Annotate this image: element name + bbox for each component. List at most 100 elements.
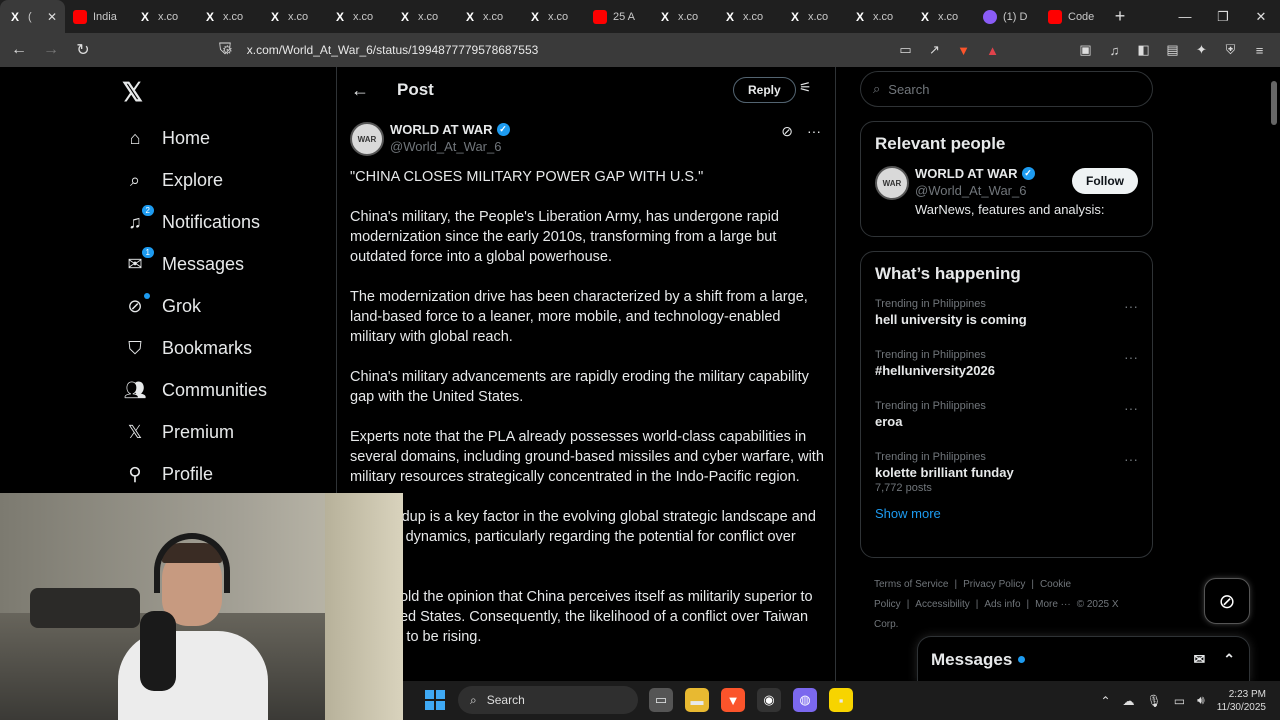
- footer-link[interactable]: Ads info: [984, 599, 1020, 610]
- grok-explain-icon[interactable]: ⊘: [781, 123, 793, 140]
- footer-link[interactable]: Terms of Service: [874, 579, 948, 590]
- wallet-icon[interactable]: ▤: [1160, 37, 1185, 63]
- reload-icon[interactable]: ↻: [70, 37, 96, 63]
- grok-float-button[interactable]: ⊘: [1204, 578, 1250, 624]
- more-options-icon[interactable]: ···: [807, 123, 821, 140]
- more-options-icon[interactable]: ···: [1124, 451, 1138, 467]
- reply-settings-icon[interactable]: ⚟: [799, 79, 812, 96]
- close-window-icon[interactable]: ✕: [1242, 0, 1280, 33]
- x-icon: X: [400, 9, 409, 24]
- maximize-icon[interactable]: ❐: [1204, 0, 1242, 33]
- scrollbar-thumb[interactable]: [1271, 81, 1277, 125]
- nav-notifications[interactable]: ♫ 2 Notifications: [122, 201, 267, 243]
- nav-explore[interactable]: ⌕ Explore: [122, 159, 267, 201]
- brave-browser-icon[interactable]: ▼: [721, 688, 745, 712]
- browser-tab[interactable]: Xx.co: [130, 0, 195, 33]
- post-author[interactable]: WAR WORLD AT WAR ✓ @World_At_War_6: [350, 122, 510, 156]
- grok-dot: [144, 293, 150, 299]
- forward-icon[interactable]: →: [38, 37, 64, 63]
- browser-tab[interactable]: (1) D: [975, 0, 1040, 33]
- new-tab-icon[interactable]: +: [1105, 6, 1135, 27]
- browser-tab[interactable]: 25 A: [585, 0, 650, 33]
- brave-shield-icon[interactable]: ▼: [951, 37, 976, 63]
- sticky-notes-icon[interactable]: ▪: [829, 688, 853, 712]
- browser-tab[interactable]: Xx.co: [845, 0, 910, 33]
- close-tab-icon[interactable]: ✕: [47, 10, 57, 24]
- vpn-icon[interactable]: ⛨: [1218, 37, 1243, 63]
- messages-drawer[interactable]: Messages ✉ ⌃: [917, 636, 1250, 682]
- browser-tab[interactable]: Xx.co: [650, 0, 715, 33]
- more-options-icon[interactable]: ···: [1124, 400, 1138, 416]
- nav-profile[interactable]: ⚲ Profile: [122, 453, 267, 495]
- browser-tab[interactable]: Xx.co: [520, 0, 585, 33]
- chat-app-icon[interactable]: ◍: [793, 688, 817, 712]
- trend-item[interactable]: Trending in Philippines hell university i…: [875, 292, 1138, 343]
- browser-tab[interactable]: Xx.co: [195, 0, 260, 33]
- taskbar-search[interactable]: ⌕ Search: [458, 686, 638, 714]
- trend-item[interactable]: Trending in Philippines eroa ···: [875, 394, 1138, 445]
- menu-icon[interactable]: ≡: [1247, 37, 1272, 63]
- sidebar-toggle-icon[interactable]: ◧: [1131, 37, 1156, 63]
- footer-link[interactable]: Privacy Policy: [963, 579, 1025, 590]
- cast-icon[interactable]: ▭: [893, 37, 918, 63]
- trend-item[interactable]: Trending in Philippines kolette brilliant…: [875, 445, 1138, 496]
- url-field[interactable]: ⚙ x.com/World_At_War_6/status/1994877779…: [222, 37, 902, 63]
- share-icon[interactable]: ↗: [922, 37, 947, 63]
- webcam-microphone: [140, 611, 176, 691]
- browser-tab[interactable]: Xx.co: [325, 0, 390, 33]
- relevant-person[interactable]: WAR WORLD AT WAR ✓ @World_At_War_6 WarNe…: [875, 166, 1138, 217]
- expand-icon[interactable]: ⌃: [1223, 651, 1235, 668]
- task-view-icon[interactable]: ▭: [649, 688, 673, 712]
- cloud-icon[interactable]: ☁: [1123, 694, 1135, 708]
- browser-tab[interactable]: Xx.co: [260, 0, 325, 33]
- browser-tab[interactable]: Xx.co: [910, 0, 975, 33]
- nav-home[interactable]: ⌂ Home: [122, 117, 267, 159]
- reply-button[interactable]: Reply: [733, 77, 796, 103]
- browser-tab[interactable]: Code: [1040, 0, 1105, 33]
- footer-link[interactable]: Accessibility: [915, 599, 969, 610]
- browser-tab[interactable]: X (✕: [0, 0, 65, 33]
- search-input[interactable]: ⌕ Search: [860, 71, 1153, 107]
- obs-icon[interactable]: ◉: [757, 688, 781, 712]
- browser-tab[interactable]: Xx.co: [780, 0, 845, 33]
- back-arrow-icon[interactable]: ←: [351, 80, 397, 101]
- leo-icon[interactable]: ✦: [1189, 37, 1214, 63]
- follow-button[interactable]: Follow: [1072, 168, 1138, 194]
- new-message-icon[interactable]: ✉: [1194, 651, 1206, 668]
- minimize-icon[interactable]: —: [1166, 0, 1204, 33]
- chevron-up-icon[interactable]: ⌃: [1100, 694, 1110, 708]
- nav-messages[interactable]: ✉ 1 Messages: [122, 243, 267, 285]
- nav-communities[interactable]: 👥︎ Communities: [122, 369, 267, 411]
- windows-start-icon[interactable]: [425, 690, 445, 710]
- browser-tab[interactable]: Xx.co: [455, 0, 520, 33]
- more-options-icon[interactable]: ···: [1124, 298, 1138, 314]
- volume-icon[interactable]: 🔊︎: [1197, 693, 1205, 708]
- trend-item[interactable]: Trending in Philippines #helluniversity20…: [875, 343, 1138, 394]
- browser-tab[interactable]: Xx.co: [390, 0, 455, 33]
- nav-grok[interactable]: ⊘ Grok: [122, 285, 267, 327]
- show-more-link[interactable]: Show more: [875, 506, 1138, 521]
- rewards-icon[interactable]: ▲: [980, 37, 1005, 63]
- taskbar-clock[interactable]: 2:23 PM 11/30/2025: [1217, 688, 1266, 714]
- author-name[interactable]: WORLD AT WAR ✓: [390, 122, 510, 137]
- avatar[interactable]: WAR: [875, 166, 909, 200]
- file-explorer-icon[interactable]: ▬: [685, 688, 709, 712]
- browser-tab[interactable]: India: [65, 0, 130, 33]
- x-logo-icon[interactable]: 𝕏: [122, 77, 143, 108]
- tab-label: (1) D: [1003, 10, 1028, 23]
- browser-tab[interactable]: Xx.co: [715, 0, 780, 33]
- nav-premium[interactable]: 𝕏 Premium: [122, 411, 267, 453]
- network-icon[interactable]: ▭: [1174, 694, 1185, 708]
- media-icon[interactable]: ♫: [1102, 37, 1127, 63]
- reader-icon[interactable]: ▣: [1073, 37, 1098, 63]
- avatar[interactable]: WAR: [350, 122, 384, 156]
- microphone-icon[interactable]: 🎙︎: [1147, 694, 1162, 708]
- footer-link[interactable]: More ···: [1035, 599, 1071, 610]
- site-info-icon[interactable]: ⚙: [222, 43, 233, 57]
- scrollbar[interactable]: [1268, 67, 1280, 720]
- author-handle[interactable]: @World_At_War_6: [390, 139, 510, 154]
- more-options-icon[interactable]: ···: [1124, 349, 1138, 365]
- nav-bookmarks[interactable]: ⛉ Bookmarks: [122, 327, 267, 369]
- tab-label: India: [93, 10, 117, 23]
- back-icon[interactable]: ←: [6, 37, 32, 63]
